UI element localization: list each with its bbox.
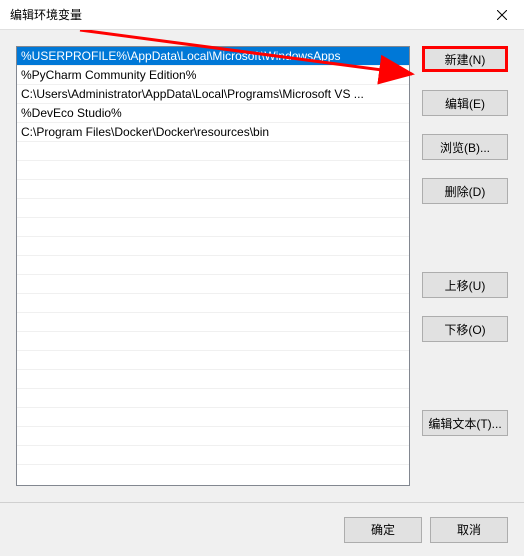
window-title: 编辑环境变量 — [10, 6, 479, 23]
list-item-empty[interactable] — [17, 370, 409, 389]
list-item-empty[interactable] — [17, 237, 409, 256]
list-item-empty[interactable] — [17, 389, 409, 408]
close-button[interactable] — [479, 0, 524, 30]
new-button[interactable]: 新建(N) — [422, 46, 508, 72]
spacer — [422, 210, 508, 266]
spacer — [422, 78, 508, 84]
list-item-empty[interactable] — [17, 218, 409, 237]
list-item-empty[interactable] — [17, 142, 409, 161]
ok-button[interactable]: 确定 — [344, 517, 422, 543]
cancel-button[interactable]: 取消 — [430, 517, 508, 543]
list-item-empty[interactable] — [17, 294, 409, 313]
list-item-empty[interactable] — [17, 199, 409, 218]
browse-button[interactable]: 浏览(B)... — [422, 134, 508, 160]
content-area: %USERPROFILE%\AppData\Local\Microsoft\Wi… — [0, 30, 524, 502]
spacer — [422, 304, 508, 310]
edit-text-button[interactable]: 编辑文本(T)... — [422, 410, 508, 436]
list-item[interactable]: %DevEco Studio% — [17, 104, 409, 123]
delete-button[interactable]: 删除(D) — [422, 178, 508, 204]
close-icon — [497, 10, 507, 20]
list-item-empty[interactable] — [17, 161, 409, 180]
list-item-empty[interactable] — [17, 313, 409, 332]
list-item-empty[interactable] — [17, 351, 409, 370]
spacer — [422, 166, 508, 172]
list-item-empty[interactable] — [17, 427, 409, 446]
move-down-button[interactable]: 下移(O) — [422, 316, 508, 342]
spacer — [422, 348, 508, 404]
list-item-empty[interactable] — [17, 275, 409, 294]
titlebar: 编辑环境变量 — [0, 0, 524, 30]
dialog-window: 编辑环境变量 %USERPROFILE%\AppData\Local\Micro… — [0, 0, 524, 556]
list-item[interactable]: C:\Users\Administrator\AppData\Local\Pro… — [17, 85, 409, 104]
list-item-empty[interactable] — [17, 180, 409, 199]
list-item-empty[interactable] — [17, 256, 409, 275]
list-item-empty[interactable] — [17, 446, 409, 465]
move-up-button[interactable]: 上移(U) — [422, 272, 508, 298]
list-item[interactable]: %PyCharm Community Edition% — [17, 66, 409, 85]
footer: 确定 取消 — [0, 502, 524, 556]
list-item-empty[interactable] — [17, 332, 409, 351]
list-item-empty[interactable] — [17, 408, 409, 427]
list-item[interactable]: %USERPROFILE%\AppData\Local\Microsoft\Wi… — [17, 47, 409, 66]
edit-button[interactable]: 编辑(E) — [422, 90, 508, 116]
button-column: 新建(N) 编辑(E) 浏览(B)... 删除(D) 上移(U) 下移(O) 编… — [422, 46, 508, 486]
list-item[interactable]: C:\Program Files\Docker\Docker\resources… — [17, 123, 409, 142]
path-list[interactable]: %USERPROFILE%\AppData\Local\Microsoft\Wi… — [16, 46, 410, 486]
spacer — [422, 122, 508, 128]
